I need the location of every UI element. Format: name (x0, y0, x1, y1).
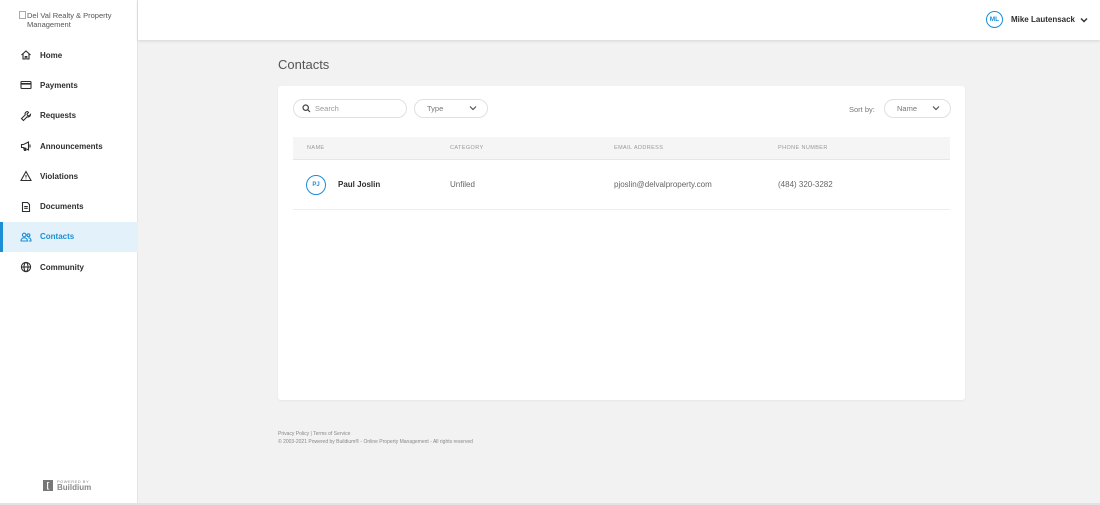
broken-image-icon (19, 11, 26, 19)
column-header-name[interactable]: NAME (293, 145, 450, 151)
megaphone-icon (19, 139, 33, 153)
sidebar-item-label: Payments (40, 80, 78, 90)
powered-by-buildium[interactable]: [ POWERED BY Buildium (43, 479, 91, 492)
credit-card-icon (19, 78, 33, 92)
sidebar-item-label: Home (40, 50, 63, 60)
contacts-icon (19, 230, 33, 244)
wrench-icon (19, 109, 33, 123)
user-name: Mike Lautensack (1010, 15, 1075, 24)
sidebar-item-home[interactable]: Home (0, 40, 138, 70)
column-header-email[interactable]: EMAIL ADDRESS (614, 145, 778, 151)
search-icon (302, 100, 311, 118)
type-filter-value: Type (427, 104, 444, 113)
sidebar-item-community[interactable]: Community (0, 252, 138, 282)
sidebar-item-announcements[interactable]: Announcements (0, 131, 138, 161)
terms-of-service-link[interactable]: Terms of Service (313, 431, 350, 437)
search-box[interactable] (293, 99, 407, 118)
sidebar-item-requests[interactable]: Requests (0, 101, 138, 131)
page-title: Contacts (278, 57, 330, 72)
sidebar: Del Val Realty & Property Management Hom… (0, 0, 138, 505)
contacts-table: NAME CATEGORY EMAIL ADDRESS PHONE NUMBER… (293, 137, 950, 210)
type-filter-dropdown[interactable]: Type (414, 99, 488, 118)
chevron-down-icon (932, 104, 940, 113)
contact-phone[interactable]: (484) 320-3282 (778, 180, 950, 189)
contact-email[interactable]: pjoslin@delvalproperty.com (614, 180, 778, 189)
column-header-phone[interactable]: PHONE NUMBER (778, 145, 950, 151)
home-icon (19, 48, 33, 62)
contact-category: Unfiled (450, 180, 475, 189)
sort-by-label: Sort by: (849, 105, 875, 114)
warning-icon (19, 169, 33, 183)
contact-name[interactable]: Paul Joslin (338, 180, 380, 189)
table-header: NAME CATEGORY EMAIL ADDRESS PHONE NUMBER (293, 137, 950, 160)
chevron-down-icon (469, 104, 477, 113)
sidebar-item-label: Requests (40, 111, 77, 121)
user-avatar: ML (985, 11, 1003, 28)
sidebar-item-label: Announcements (40, 141, 103, 151)
sidebar-item-label: Documents (40, 202, 84, 212)
user-menu[interactable]: ML Mike Lautensack (985, 11, 1088, 28)
sidebar-item-label: Violations (40, 171, 79, 181)
logo-alt-text: Del Val Realty & Property Management (27, 11, 112, 29)
sidebar-item-label: Community (40, 262, 84, 272)
sidebar-item-violations[interactable]: Violations (0, 161, 138, 191)
search-input[interactable] (315, 104, 395, 113)
sort-by-dropdown[interactable]: Name (884, 99, 951, 118)
powered-by-brand: Buildium (57, 483, 92, 492)
column-header-category[interactable]: CATEGORY (450, 145, 614, 151)
top-bar: ML Mike Lautensack (138, 0, 1100, 40)
sidebar-item-contacts[interactable]: Contacts (0, 221, 138, 253)
company-logo[interactable]: Del Val Realty & Property Management (19, 11, 131, 29)
contacts-card: Type Sort by: Name NAME CATEGORY EMAIL A… (278, 86, 965, 400)
contact-avatar: PJ (306, 174, 326, 195)
privacy-policy-link[interactable]: Privacy Policy (278, 431, 309, 437)
sidebar-nav: Home Payments Requests Announcements Vio… (0, 40, 138, 282)
document-icon (19, 200, 33, 214)
sidebar-item-payments[interactable]: Payments (0, 70, 138, 100)
chevron-down-icon (1080, 17, 1088, 23)
footer: Privacy Policy | Terms of Service © 2003… (278, 430, 473, 446)
copyright-text: © 2003-2021 Powered by Buildium® - Onlin… (278, 439, 473, 445)
buildium-logo-icon: [ (43, 480, 53, 491)
sidebar-item-documents[interactable]: Documents (0, 191, 138, 221)
table-row[interactable]: PJ Paul Joslin Unfiled pjoslin@delvalpro… (293, 160, 950, 210)
sidebar-item-label: Contacts (40, 232, 75, 242)
globe-icon (19, 260, 33, 274)
sort-by-value: Name (897, 104, 918, 113)
